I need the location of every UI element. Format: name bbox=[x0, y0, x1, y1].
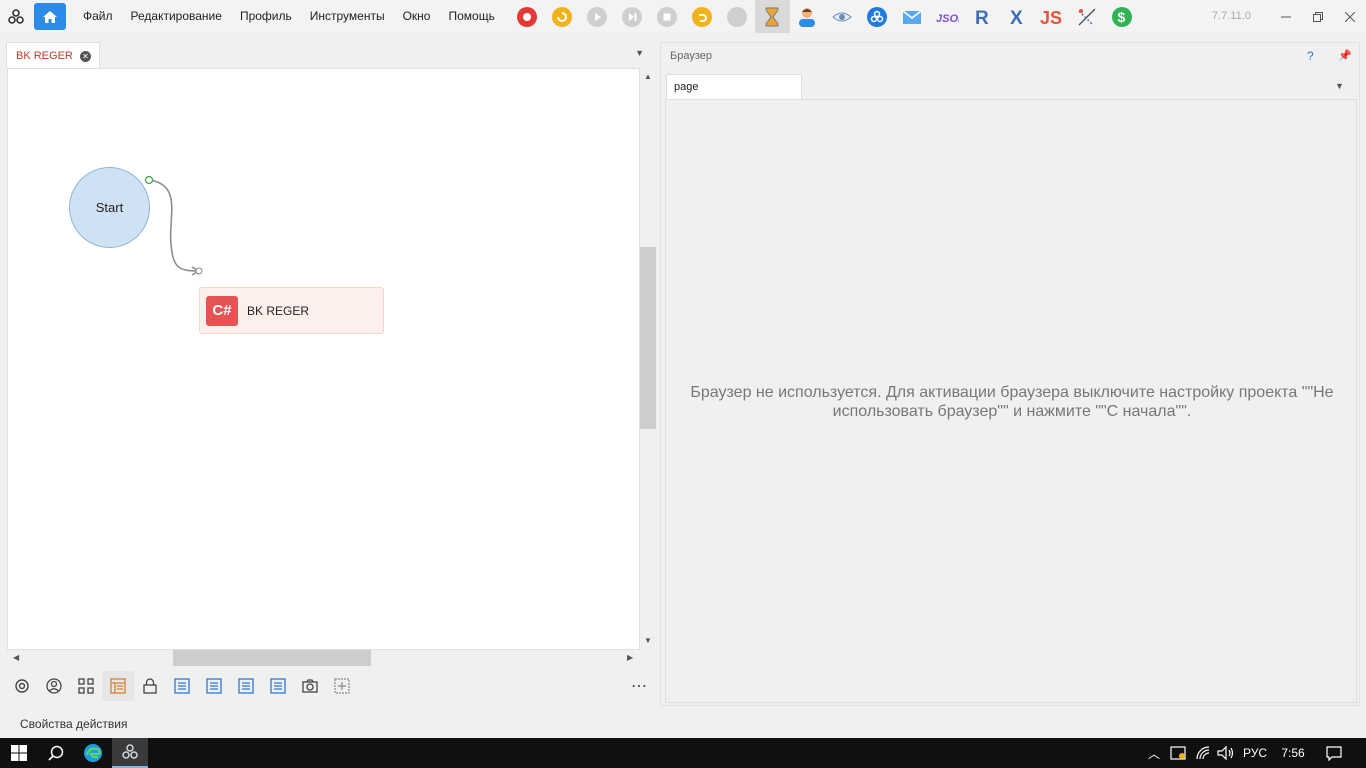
connector-line bbox=[144, 175, 203, 276]
zennoposter-taskbar-icon[interactable] bbox=[112, 738, 148, 768]
browser-panel-title: Браузер bbox=[670, 50, 712, 62]
device-icon[interactable] bbox=[1168, 738, 1188, 768]
vertical-scrollbar[interactable]: ▲ ▼ bbox=[640, 68, 656, 650]
browser-panel: Браузер ? 📌 page ▼ Браузер не использует… bbox=[660, 42, 1360, 706]
regex-icon[interactable]: R bbox=[965, 0, 1000, 33]
gear-icon[interactable] bbox=[6, 671, 38, 701]
menu-file[interactable]: Файл bbox=[74, 0, 122, 33]
undo-icon[interactable] bbox=[685, 0, 720, 33]
close-button[interactable] bbox=[1334, 0, 1366, 33]
action-node-label: BK REGER bbox=[247, 303, 310, 318]
list-icon[interactable] bbox=[262, 671, 294, 701]
browser-view: Браузер не используется. Для активации б… bbox=[665, 99, 1357, 703]
csharp-icon: C# bbox=[206, 295, 238, 326]
eye-icon[interactable] bbox=[825, 0, 860, 33]
chevron-down-icon[interactable]: ▼ bbox=[1335, 81, 1344, 91]
pin-icon[interactable]: 📌 bbox=[1338, 49, 1352, 62]
home-button[interactable] bbox=[34, 3, 66, 30]
tab-bk-reger[interactable]: BK REGER ✕ bbox=[6, 42, 100, 69]
menu-profile[interactable]: Профиль bbox=[231, 0, 301, 33]
svg-text:$: $ bbox=[1118, 9, 1126, 25]
list-icon[interactable] bbox=[166, 671, 198, 701]
chevron-down-icon[interactable]: ▼ bbox=[635, 48, 644, 58]
app-logo-icon[interactable] bbox=[0, 0, 32, 33]
add-icon[interactable] bbox=[326, 671, 358, 701]
grid-icon[interactable] bbox=[70, 671, 102, 701]
minimize-button[interactable] bbox=[1270, 0, 1302, 33]
menu-edit[interactable]: Редактирование bbox=[122, 0, 231, 33]
status-bar: Свойства действия bbox=[0, 708, 1366, 738]
page-tab-label: page bbox=[674, 81, 699, 93]
layout-icon[interactable] bbox=[102, 671, 134, 701]
scroll-left-icon[interactable]: ◀ bbox=[13, 653, 19, 662]
restore-button[interactable] bbox=[1302, 0, 1334, 33]
user-icon[interactable] bbox=[790, 0, 825, 33]
zennoposter-icon[interactable] bbox=[860, 0, 895, 33]
start-node-label: Start bbox=[95, 200, 124, 215]
record-icon[interactable] bbox=[510, 0, 545, 33]
disabled-icon[interactable] bbox=[720, 0, 755, 33]
stop-icon[interactable] bbox=[650, 0, 685, 33]
app-version: 7.7.11.0 bbox=[1212, 10, 1251, 22]
camera-icon[interactable] bbox=[294, 671, 326, 701]
main-menu: Файл Редактирование Профиль Инструменты … bbox=[74, 0, 504, 33]
start-output-port bbox=[144, 175, 154, 185]
network-icon[interactable] bbox=[1193, 738, 1213, 768]
refresh-icon[interactable] bbox=[545, 0, 580, 33]
project-editor-panel: BK REGER ✕ ▼ Start C# BK REGER ▲ ▼ ◀ ▶ ⋯ bbox=[6, 42, 658, 706]
list-icon[interactable] bbox=[198, 671, 230, 701]
action-input-port bbox=[195, 267, 203, 275]
clock[interactable]: 7:56 bbox=[1278, 738, 1308, 768]
scroll-up-icon[interactable]: ▲ bbox=[644, 72, 652, 81]
mail-icon[interactable] bbox=[895, 0, 930, 33]
close-icon[interactable]: ✕ bbox=[80, 51, 91, 62]
user-circle-icon[interactable] bbox=[38, 671, 70, 701]
edge-icon[interactable] bbox=[74, 738, 112, 768]
hourglass-icon[interactable] bbox=[754, 0, 790, 33]
top-menu-bar: Файл Редактирование Профиль Инструменты … bbox=[0, 0, 1366, 33]
start-node[interactable]: Start bbox=[69, 167, 150, 248]
json-icon[interactable]: JSON bbox=[930, 0, 965, 33]
scroll-right-icon[interactable]: ▶ bbox=[627, 653, 633, 662]
tab-page[interactable]: page bbox=[666, 74, 802, 100]
windows-taskbar: ︿ РУС 7:56 bbox=[0, 738, 1366, 768]
language-indicator[interactable]: РУС bbox=[1240, 738, 1270, 768]
paint-icon[interactable] bbox=[1070, 0, 1105, 33]
chevron-up-icon[interactable]: ︿ bbox=[1145, 738, 1163, 768]
editor-bottom-toolbar: ⋯ bbox=[6, 670, 658, 702]
notification-icon[interactable] bbox=[1322, 738, 1346, 768]
play-icon[interactable] bbox=[580, 0, 615, 33]
csharp-action-node[interactable]: C# BK REGER bbox=[199, 287, 384, 334]
browser-disabled-message: Браузер не используется. Для активации б… bbox=[690, 384, 1334, 420]
scroll-down-icon[interactable]: ▼ bbox=[644, 636, 652, 645]
project-canvas[interactable]: Start C# BK REGER bbox=[7, 68, 640, 650]
menu-tools[interactable]: Инструменты bbox=[301, 0, 394, 33]
tab-label: BK REGER bbox=[16, 50, 73, 62]
lock-icon[interactable] bbox=[134, 671, 166, 701]
xpath-icon[interactable]: X bbox=[1000, 0, 1035, 33]
dollar-icon[interactable]: $ bbox=[1105, 0, 1140, 33]
windows-start-icon[interactable] bbox=[0, 738, 38, 768]
horizontal-scroll-thumb[interactable] bbox=[173, 650, 371, 666]
volume-icon[interactable] bbox=[1215, 738, 1237, 768]
editor-tab-strip: BK REGER ✕ ▼ bbox=[6, 42, 658, 69]
menu-window[interactable]: Окно bbox=[394, 0, 440, 33]
home-icon bbox=[43, 10, 57, 23]
step-icon[interactable] bbox=[615, 0, 650, 33]
svg-text:R: R bbox=[975, 8, 989, 28]
main-toolbar: JSON R X JS $ bbox=[510, 0, 1140, 33]
more-icon[interactable]: ⋯ bbox=[631, 676, 648, 696]
search-icon[interactable] bbox=[38, 738, 74, 768]
svg-text:JS: JS bbox=[1040, 8, 1062, 28]
help-button[interactable]: ? bbox=[1307, 49, 1314, 63]
js-icon[interactable]: JS bbox=[1035, 0, 1070, 33]
svg-text:X: X bbox=[1010, 8, 1023, 28]
horizontal-scrollbar[interactable]: ◀ ▶ bbox=[7, 650, 640, 666]
svg-text:JSON: JSON bbox=[936, 13, 959, 25]
action-properties-label[interactable]: Свойства действия bbox=[20, 717, 127, 731]
list-icon[interactable] bbox=[230, 671, 262, 701]
vertical-scroll-thumb[interactable] bbox=[640, 247, 656, 429]
menu-help[interactable]: Помощь bbox=[439, 0, 503, 33]
